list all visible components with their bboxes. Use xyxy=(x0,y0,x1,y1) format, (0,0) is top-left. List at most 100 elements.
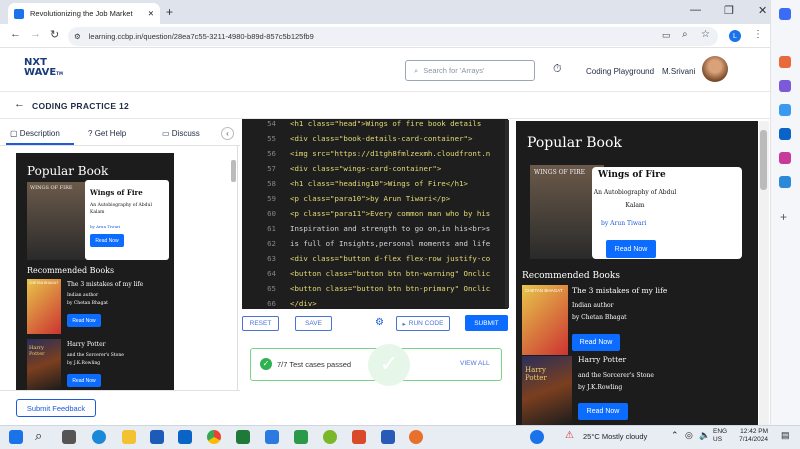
address-bar[interactable]: ⚙ learning.ccbp.in/question/28ea7c55-321… xyxy=(68,27,718,46)
chrome-icon[interactable] xyxy=(207,430,221,444)
code-line[interactable]: <div class="button d-flex flex-row justi… xyxy=(290,251,490,266)
clock[interactable]: 12:42 PM 7/14/2024 xyxy=(734,428,768,444)
rec1-meta2: by Chetan Bhagat xyxy=(67,301,108,306)
browser-tab[interactable]: Revolutionizing the Job Market ✕ xyxy=(8,3,160,24)
line-number: 66 xyxy=(267,299,276,308)
test-status-text: 7/7 Test cases passed xyxy=(277,360,352,369)
code-editor[interactable]: 54 <h1 class="head">Wings of fire book de… xyxy=(242,119,508,309)
pdf-icon[interactable] xyxy=(352,430,366,444)
line-number: 63 xyxy=(267,254,276,263)
app-icon[interactable] xyxy=(323,430,337,444)
run-code-button[interactable]: ▸ RUN CODE xyxy=(396,316,450,331)
tab-description[interactable]: ▢ Description xyxy=(10,129,60,138)
code-line[interactable]: <p class="para10">by Arun Tiwari</p> xyxy=(290,191,450,206)
back-icon[interactable]: ← xyxy=(10,28,21,40)
file-explorer-icon[interactable] xyxy=(122,430,136,444)
store-icon[interactable] xyxy=(150,430,164,444)
view-all-link[interactable]: VIEW ALL xyxy=(460,360,490,367)
active-tab-indicator xyxy=(6,143,74,145)
windows-taskbar xyxy=(0,425,800,449)
outlook-icon[interactable] xyxy=(779,128,791,140)
dropbox-icon[interactable] xyxy=(265,430,279,444)
excel-icon[interactable] xyxy=(236,430,250,444)
cast-icon[interactable]: ▭ xyxy=(662,30,671,41)
nxtwave-logo[interactable]: NXT WAVETM xyxy=(24,58,63,79)
editor-scrollbar[interactable] xyxy=(505,120,509,308)
extension-icon[interactable] xyxy=(779,104,791,116)
discuss-icon: ▭ xyxy=(162,129,170,138)
tab-discuss[interactable]: ▭ Discuss xyxy=(162,129,200,138)
maximize-icon[interactable]: ❐ xyxy=(724,4,734,17)
output-rec1-read-now-button[interactable]: Read Now xyxy=(572,334,620,351)
submit-feedback-button[interactable]: Submit Feedback xyxy=(16,399,96,417)
weather-text[interactable]: 25°C Mostly cloudy xyxy=(583,432,647,441)
collapse-panel-icon[interactable]: ‹ xyxy=(221,127,234,140)
new-tab-icon[interactable]: + xyxy=(166,5,173,19)
word-icon[interactable] xyxy=(381,430,395,444)
copilot-icon[interactable] xyxy=(779,8,791,20)
browser-menu-icon[interactable]: ⋮ xyxy=(753,29,763,40)
mail-icon[interactable] xyxy=(178,430,192,444)
code-line[interactable]: <h1 class="head">Wings of fire book deta… xyxy=(290,119,481,131)
firefox-icon[interactable] xyxy=(409,430,423,444)
tab-get-help[interactable]: ? Get Help xyxy=(88,129,126,138)
code-line[interactable]: <h1 class="heading10">Wings of Fire</h1> xyxy=(290,176,468,191)
rec1-read-now-button[interactable]: Read Now xyxy=(67,314,101,327)
book-subtitle: An Autobiography of Abdul Kalam xyxy=(90,203,152,215)
spreadsheet-icon[interactable] xyxy=(294,430,308,444)
network-icon[interactable]: ◎ xyxy=(685,430,693,441)
user-avatar[interactable] xyxy=(702,56,728,82)
send-icon[interactable] xyxy=(779,176,791,188)
stopwatch-icon[interactable]: ⏱ xyxy=(553,63,562,76)
read-now-button[interactable]: Read Now xyxy=(90,234,124,247)
reload-icon[interactable]: ↻ xyxy=(50,28,59,41)
description-scrollbar[interactable] xyxy=(231,160,236,182)
tools-icon[interactable] xyxy=(779,80,791,92)
settings-gear-icon[interactable]: ⚙ xyxy=(375,317,384,328)
code-line[interactable]: <p class="para11">Every common man who b… xyxy=(290,206,490,221)
shopping-icon[interactable] xyxy=(779,56,791,68)
code-line[interactable]: <button class="button btn btn-warning" O… xyxy=(290,266,490,281)
add-sidebar-icon[interactable]: + xyxy=(780,210,787,224)
save-button[interactable]: SAVE xyxy=(295,316,332,331)
profile-avatar[interactable]: L xyxy=(729,30,741,42)
submit-button[interactable]: SUBMIT xyxy=(465,315,508,331)
reset-button[interactable]: RESET xyxy=(242,316,279,331)
line-number: 62 xyxy=(267,239,276,248)
output-scrollbar-thumb[interactable] xyxy=(760,130,767,190)
edge-icon[interactable] xyxy=(92,430,106,444)
help-taskbar-icon[interactable] xyxy=(530,430,544,444)
coding-playground-link[interactable]: Coding Playground xyxy=(586,67,654,76)
code-line[interactable]: <button class="button btn btn-primary" O… xyxy=(290,281,490,296)
output-harry-potter-image: Harry Potter xyxy=(522,356,572,425)
code-line[interactable]: </div> xyxy=(290,296,317,309)
output-read-now-button[interactable]: Read Now xyxy=(606,240,656,258)
language-indicator[interactable]: ENG US xyxy=(713,428,727,444)
zoom-icon[interactable]: ⌕ xyxy=(682,29,688,40)
minimize-icon[interactable]: — xyxy=(690,4,701,16)
close-window-icon[interactable]: ✕ xyxy=(758,4,767,17)
output-rec2-read-now-button[interactable]: Read Now xyxy=(578,403,628,420)
code-line[interactable]: <div class="book-details-card-container"… xyxy=(290,131,472,146)
bookmark-star-icon[interactable]: ☆ xyxy=(701,29,710,40)
site-info-icon[interactable]: ⚙ xyxy=(74,32,81,41)
code-line[interactable]: <div class="wings-card-container"> xyxy=(290,161,441,176)
code-line[interactable]: Inspiration and strength to go on,in his… xyxy=(290,221,490,236)
close-tab-icon[interactable]: ✕ xyxy=(148,9,154,18)
line-number: 54 xyxy=(267,119,276,128)
search-taskbar-icon[interactable]: ⌕ xyxy=(35,428,42,444)
windows-start-icon[interactable] xyxy=(9,430,23,444)
back-arrow-icon[interactable]: ← xyxy=(14,98,25,110)
search-input[interactable]: ⌕ Search for 'Arrays' xyxy=(405,60,535,81)
code-line[interactable]: is full of Insights,personal moments and… xyxy=(290,236,490,251)
games-icon[interactable] xyxy=(779,152,791,164)
task-view-icon[interactable] xyxy=(62,430,76,444)
volume-icon[interactable]: 🔈 xyxy=(699,430,710,441)
tray-chevron-icon[interactable]: ⌃ xyxy=(671,430,679,441)
forward-icon[interactable]: → xyxy=(30,28,41,40)
rec2-read-now-button[interactable]: Read Now xyxy=(67,374,101,387)
line-number: 56 xyxy=(267,149,276,158)
notifications-icon[interactable]: ▤ xyxy=(781,430,790,441)
code-line[interactable]: <img src="https://d1tgh8fmlzexmh.cloudfr… xyxy=(290,146,490,161)
user-name[interactable]: M.Srivani xyxy=(662,67,695,76)
